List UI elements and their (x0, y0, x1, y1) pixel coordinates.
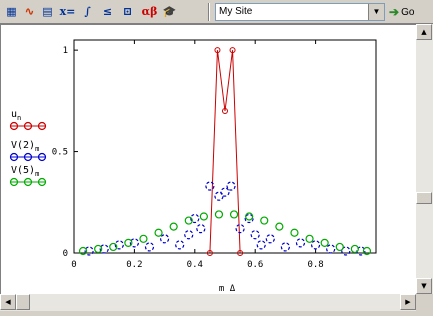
series-line-0 (209, 50, 241, 254)
data-point (295, 238, 306, 248)
legend-label: un (11, 109, 21, 122)
data-point (260, 216, 269, 225)
calculus-icon[interactable]: ∫ (79, 3, 96, 20)
x-tick-label: 0.2 (126, 260, 142, 270)
scroll-down-icon[interactable]: ▼ (416, 278, 432, 294)
horizontal-scrollbar[interactable]: ◀ ▶ (0, 294, 416, 311)
data-point (280, 242, 290, 252)
chevron-down-icon[interactable]: ▼ (368, 4, 384, 20)
y-tick-label: 0.5 (52, 148, 68, 158)
data-point (350, 244, 359, 254)
status-strip (0, 311, 416, 316)
greek-icon[interactable]: αβ (141, 3, 158, 20)
vertical-scrollbar[interactable]: ▲ ▼ (416, 24, 433, 294)
horizontal-scroll-thumb[interactable] (16, 294, 30, 310)
worksheet-area[interactable]: 0 0.5 1 0 0.2 0.4 0.6 0.8 un V(2)m V(5)m m Δ (0, 24, 416, 294)
legend-label: V(5)m (11, 165, 39, 178)
plot-series (78, 47, 372, 256)
legend-subscript: n (17, 114, 21, 122)
scroll-up-icon[interactable]: ▲ (416, 24, 432, 40)
data-point (290, 228, 299, 237)
go-button[interactable]: ➔ Go (389, 3, 431, 21)
y-tick-label: 0 (63, 249, 68, 259)
data-point (256, 240, 266, 250)
data-point (245, 212, 254, 221)
data-point (305, 234, 314, 243)
calculator-icon[interactable]: ▦ (3, 3, 20, 20)
go-label: Go (401, 6, 415, 18)
plot-region[interactable]: 0 0.5 1 0 0.2 0.4 0.6 0.8 un V(2)m V(5)m m Δ (1, 25, 416, 294)
plot-legend: un V(2)m V(5)m (9, 109, 47, 187)
go-arrow-icon: ➔ (389, 5, 400, 19)
y-tick-label: 1 (63, 46, 68, 56)
x-axis-label: m Δ (219, 284, 236, 294)
math-toolbar: ▦ ∿ ▤ x= ∫ ≤ ⊡ αβ 🎓 My Site ▼ ➔ Go (0, 0, 433, 24)
data-point (154, 228, 163, 237)
scroll-right-icon[interactable]: ▶ (400, 294, 416, 310)
data-point (250, 230, 260, 240)
x-tick-label: 0.8 (307, 260, 323, 270)
plot-border (73, 39, 377, 254)
data-point (169, 222, 178, 231)
data-point (275, 222, 284, 231)
data-point (229, 210, 239, 219)
data-point (235, 224, 245, 234)
scroll-left-icon[interactable]: ◀ (0, 294, 16, 310)
scrollbar-corner (416, 294, 433, 316)
data-point (335, 242, 344, 252)
data-point (139, 234, 148, 243)
legend-label: V(2)m (11, 140, 39, 153)
data-point (160, 234, 170, 244)
symbolic-icon[interactable]: 🎓 (161, 3, 178, 20)
data-point (144, 242, 155, 252)
data-point (311, 240, 321, 250)
boolean-icon[interactable]: ≤ (99, 3, 116, 20)
data-point (320, 238, 329, 247)
site-dropdown-value: My Site (219, 6, 253, 17)
data-point (326, 244, 336, 254)
data-point (196, 224, 206, 234)
matrix-icon[interactable]: ▤ (39, 3, 56, 20)
x-tick-label: 0.4 (187, 260, 203, 270)
legend-subscript: m (35, 170, 39, 178)
graph-icon[interactable]: ∿ (21, 3, 38, 20)
x-tick-label: 0 (71, 260, 76, 270)
mathcad-window: ▦ ∿ ▤ x= ∫ ≤ ⊡ αβ 🎓 My Site ▼ ➔ Go 0 0.5 1 0 0.2 0.4 0… (0, 0, 433, 316)
vertical-scroll-thumb[interactable] (416, 192, 432, 204)
programming-icon[interactable]: ⊡ (119, 3, 136, 20)
data-point (199, 212, 208, 221)
site-dropdown[interactable]: My Site ▼ (215, 3, 385, 21)
data-point (184, 230, 194, 240)
data-point (175, 240, 185, 250)
x-tick-label: 0.6 (247, 260, 263, 270)
data-point (214, 210, 224, 219)
plot-ticks: 0 0.5 1 0 0.2 0.4 0.6 0.8 (52, 40, 324, 270)
plot-frame (73, 39, 377, 254)
evaluation-icon[interactable]: x= (59, 3, 76, 20)
toolbar-separator (208, 3, 210, 21)
legend-subscript: m (35, 145, 39, 153)
data-point (265, 234, 275, 244)
